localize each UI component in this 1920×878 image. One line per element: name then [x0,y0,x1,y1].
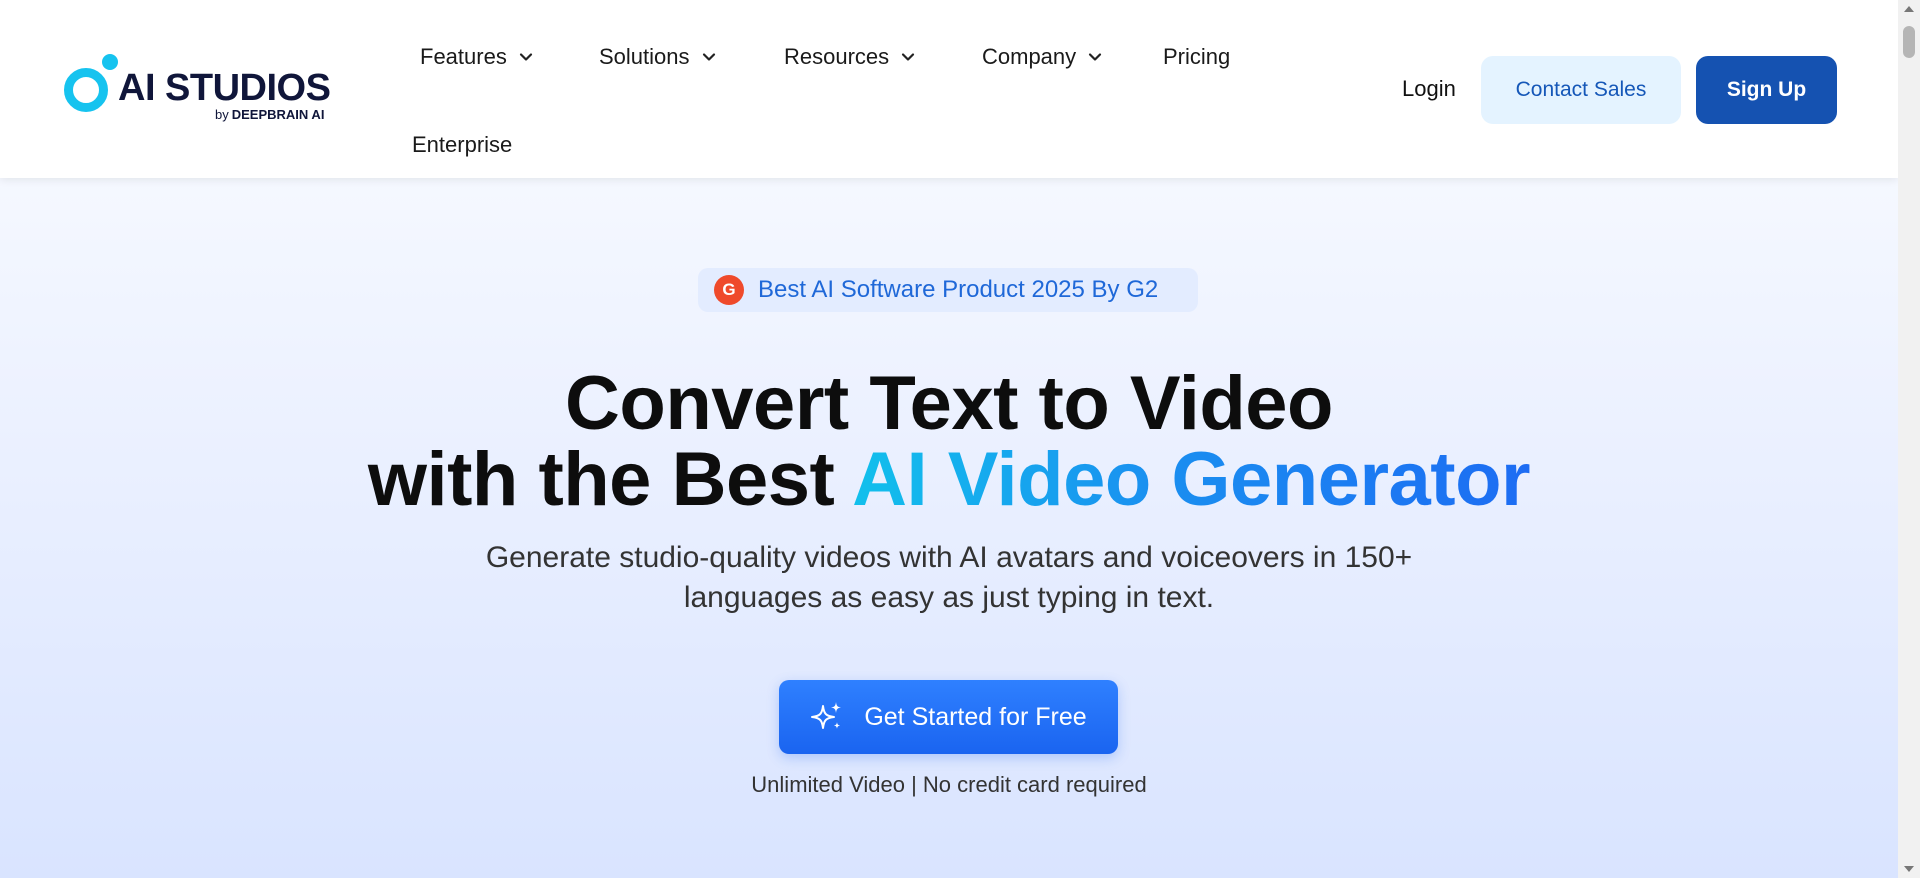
g2-award-badge[interactable]: G Best AI Software Product 2025 By G2 [698,268,1198,312]
sparkle-icon [811,702,842,729]
nav-company[interactable]: Company [982,44,1104,70]
hero-headline-line1: Convert Text to Video [565,361,1333,446]
ai-studios-logo[interactable]: AI STUDIOS by DEEPBRAIN AI [62,53,332,125]
site-header: AI STUDIOS by DEEPBRAIN AI Features Solut… [0,0,1898,178]
logo-ring-icon [64,68,108,112]
hero-note: Unlimited Video | No credit card require… [751,772,1147,797]
page: AI STUDIOS by DEEPBRAIN AI Features Solut… [0,0,1898,878]
chevron-down-icon [519,53,532,61]
scroll-down-arrow-icon[interactable] [1898,860,1920,878]
logo-byline: by DEEPBRAIN AI [215,107,324,122]
hero-headline-line2: with the Best AI Video Generator [0,436,1898,523]
badge-text: Best AI Software Product 2025 By G2 [758,276,1159,303]
g2-logo-icon: G [714,275,744,305]
login-link[interactable]: Login [1402,76,1456,102]
nav-solutions[interactable]: Solutions [599,44,718,70]
chevron-down-icon [702,53,715,61]
nav-company-label: Company [982,44,1077,69]
sign-up-button[interactable]: Sign Up [1696,56,1837,124]
get-started-button[interactable]: Get Started for Free [779,680,1118,754]
get-started-label: Get Started for Free [864,702,1087,731]
nav-resources-label: Resources [784,44,890,69]
nav-resources[interactable]: Resources [784,44,917,70]
logo-by: by [215,107,229,122]
hero-subtext-line2: languages as easy as just typing in text… [683,581,1215,614]
logo-company: DEEPBRAIN AI [231,107,325,122]
nav-enterprise[interactable]: Enterprise [412,132,512,158]
vertical-scrollbar[interactable] [1898,0,1920,878]
nav-pricing[interactable]: Pricing [1163,44,1230,70]
nav-pricing-label: Pricing [1163,44,1231,69]
chevron-down-icon [1089,53,1102,61]
scroll-up-arrow-icon[interactable] [1898,0,1920,18]
nav-features[interactable]: Features [420,44,535,70]
logo-wordmark: AI STUDIOS [118,67,331,109]
contact-sales-button[interactable]: Contact Sales [1481,56,1681,124]
nav-solutions-label: Solutions [599,44,690,69]
logo-dot-icon [102,54,118,70]
headline-prefix: with the Best [367,437,853,522]
hero-subtext-line1: Generate studio-quality videos with AI a… [485,541,1413,574]
scrollbar-thumb[interactable] [1903,26,1915,58]
headline-highlight: AI Video Generator [852,437,1531,522]
hero-section: G Best AI Software Product 2025 By G2 Co… [0,178,1898,878]
nav-features-label: Features [420,44,507,69]
chevron-down-icon [902,53,915,61]
nav-enterprise-label: Enterprise [412,132,513,157]
